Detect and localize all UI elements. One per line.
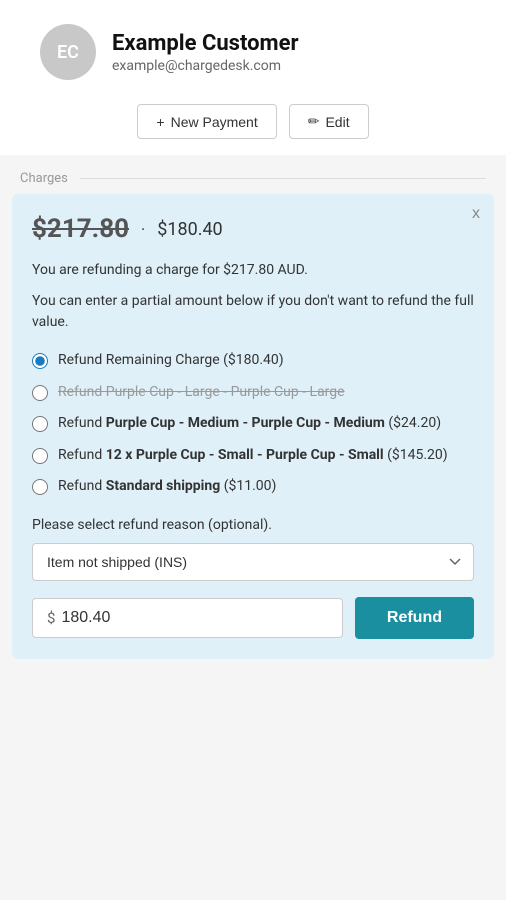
radio-input-2[interactable] xyxy=(32,385,48,401)
radio-input-4[interactable] xyxy=(32,448,48,464)
close-button[interactable]: x xyxy=(472,206,480,222)
refund-card: x $217.80 · $180.40 You are refunding a … xyxy=(12,194,494,659)
customer-info: Example Customer example@chargedesk.com xyxy=(112,31,299,74)
charges-section-label: Charges xyxy=(0,155,506,194)
select-reason-label: Please select refund reason (optional). xyxy=(32,517,474,533)
refund-description: You are refunding a charge for $217.80 A… xyxy=(32,260,474,281)
reason-select[interactable]: Item not shipped (INS) Duplicate Fraudul… xyxy=(32,543,474,581)
customer-name: Example Customer xyxy=(112,31,299,56)
refund-partial-note: You can enter a partial amount below if … xyxy=(32,291,474,333)
amount-input-wrapper: $ xyxy=(32,598,343,638)
edit-label: Edit xyxy=(325,114,349,130)
avatar: EC xyxy=(40,24,96,80)
edit-button[interactable]: ✏ Edit xyxy=(289,104,369,139)
edit-icon: ✏ xyxy=(308,113,320,130)
refund-header: $217.80 · $180.40 xyxy=(32,214,474,244)
new-payment-button[interactable]: + New Payment xyxy=(137,104,276,139)
radio-label-3: Refund Purple Cup - Medium - Purple Cup … xyxy=(58,414,441,434)
original-amount: $217.80 xyxy=(32,214,129,244)
radio-label-1: Refund Remaining Charge ($180.40) xyxy=(58,351,284,371)
refund-button[interactable]: Refund xyxy=(355,597,474,639)
plus-icon: + xyxy=(156,114,164,130)
radio-option-5[interactable]: Refund Standard shipping ($11.00) xyxy=(32,477,474,497)
radio-label-4: Refund 12 x Purple Cup - Small - Purple … xyxy=(58,446,448,466)
radio-option-1[interactable]: Refund Remaining Charge ($180.40) xyxy=(32,351,474,371)
radio-label-2: Refund Purple Cup - Large - Purple Cup -… xyxy=(58,383,345,403)
action-buttons: + New Payment ✏ Edit xyxy=(137,104,368,139)
separator: · xyxy=(141,220,145,239)
amount-row: $ Refund xyxy=(32,597,474,639)
radio-group: Refund Remaining Charge ($180.40) Refund… xyxy=(32,351,474,497)
radio-option-4[interactable]: Refund 12 x Purple Cup - Small - Purple … xyxy=(32,446,474,466)
currency-symbol: $ xyxy=(47,609,55,627)
header: EC Example Customer example@chargedesk.c… xyxy=(0,0,506,155)
radio-input-1[interactable] xyxy=(32,353,48,369)
customer-email: example@chargedesk.com xyxy=(112,58,299,74)
radio-input-3[interactable] xyxy=(32,416,48,432)
radio-label-5: Refund Standard shipping ($11.00) xyxy=(58,477,276,497)
radio-option-3[interactable]: Refund Purple Cup - Medium - Purple Cup … xyxy=(32,414,474,434)
radio-input-5[interactable] xyxy=(32,479,48,495)
refund-amount: $180.40 xyxy=(157,219,222,240)
radio-option-2[interactable]: Refund Purple Cup - Large - Purple Cup -… xyxy=(32,383,474,403)
amount-input[interactable] xyxy=(61,609,327,627)
new-payment-label: New Payment xyxy=(171,114,258,130)
avatar-row: EC Example Customer example@chargedesk.c… xyxy=(20,24,486,80)
